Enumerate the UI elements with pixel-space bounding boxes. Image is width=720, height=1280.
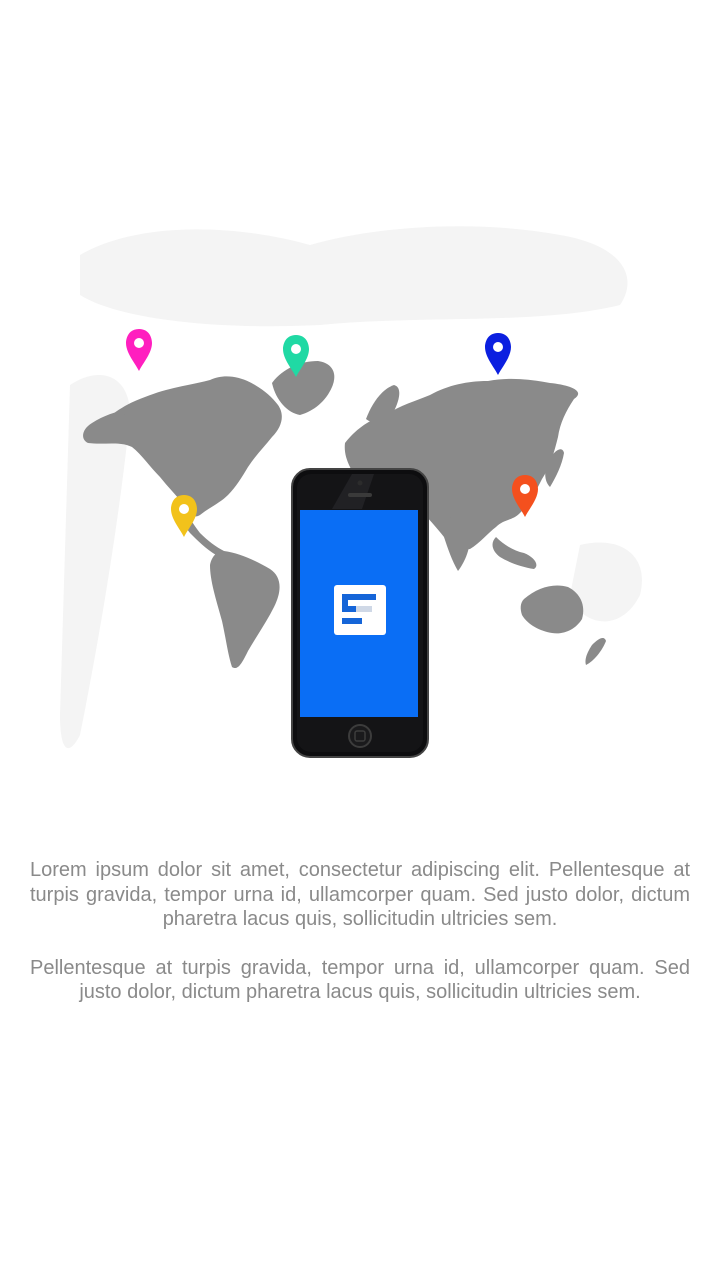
new-zealand (585, 638, 606, 665)
phone-speaker (348, 493, 372, 497)
world-map-illustration (60, 226, 642, 758)
se-asia-islands (492, 537, 537, 569)
intro-text: Lorem ipsum dolor sit amet, consectetur … (30, 858, 690, 1029)
hero-illustration (60, 215, 660, 785)
map-pin-icon (126, 329, 152, 371)
pin-russia (485, 333, 511, 375)
phone-home-button (348, 724, 372, 748)
phone-camera (357, 480, 363, 486)
intro-paragraph-2: Pellentesque at turpis gravida, tempor u… (30, 956, 690, 1004)
south-america (210, 551, 280, 669)
greenland (272, 361, 335, 415)
phone-mockup (291, 468, 429, 758)
app-logo-icon (334, 585, 386, 635)
pin-alaska (126, 329, 152, 371)
australia (520, 585, 584, 634)
intro-paragraph-1: Lorem ipsum dolor sit amet, consectetur … (30, 859, 690, 930)
map-pin-icon (485, 333, 511, 375)
